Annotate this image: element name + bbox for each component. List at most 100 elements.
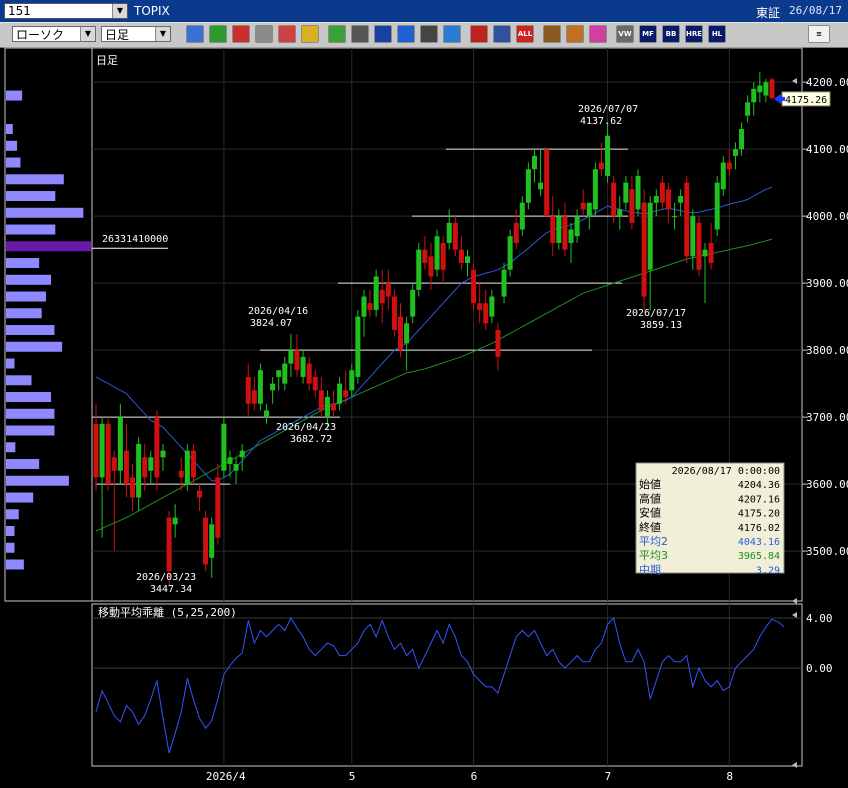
candle-body xyxy=(550,216,556,243)
candle-body xyxy=(617,209,623,217)
candle-body xyxy=(684,182,690,257)
info-label: 終値 xyxy=(639,520,661,534)
volume-profile-bar xyxy=(6,408,55,419)
candle-body xyxy=(471,269,477,304)
candle-body xyxy=(343,390,349,398)
candle-body xyxy=(635,175,641,210)
y-tick-label: 3600.00 xyxy=(806,478,848,491)
candle-body xyxy=(769,79,775,99)
candle-body xyxy=(538,182,544,190)
x-tick-label: 5 xyxy=(349,770,356,783)
candle-body xyxy=(404,323,410,344)
chart-area: 4200.00 4100.00 4000.00 3900.00 3800.00 3700.… xyxy=(4,47,848,783)
candle-body xyxy=(605,135,611,176)
y-tick-label: 3800.00 xyxy=(806,344,848,357)
candle-body xyxy=(99,423,105,478)
info-label: 中期 xyxy=(639,563,661,576)
info-label: 高値 xyxy=(639,491,661,505)
candle-body xyxy=(239,450,245,458)
candle-body xyxy=(434,236,440,270)
candle-body xyxy=(659,182,665,203)
volume-profile-bar xyxy=(6,291,46,302)
candle-body xyxy=(172,517,178,525)
candle-body xyxy=(507,236,513,270)
annotation-date: 2026/04/16 xyxy=(248,306,308,317)
candle-body xyxy=(580,202,586,210)
volume-profile-bar xyxy=(6,241,91,252)
candle-body xyxy=(702,249,708,257)
candle-body xyxy=(501,269,507,297)
volume-profile-bar xyxy=(6,207,84,218)
x-tick-label: 7 xyxy=(605,770,612,783)
volume-profile-bar xyxy=(6,509,19,520)
last-price-value: 4175.26 xyxy=(785,95,827,106)
sub-panel-frame xyxy=(91,603,803,767)
volume-profile-bar xyxy=(6,274,52,285)
candle-body xyxy=(117,417,123,471)
annotation-date: 2026/03/23 xyxy=(136,572,196,583)
candle-body xyxy=(732,149,738,156)
volume-profile-bar xyxy=(6,341,63,352)
candle-body xyxy=(349,370,355,391)
candle-body xyxy=(623,182,629,203)
candle-body xyxy=(483,303,489,324)
volume-profile-bar xyxy=(6,308,42,319)
candle-body xyxy=(93,423,99,478)
volume-level-label: 26331410000 xyxy=(102,234,168,245)
candle-body xyxy=(264,410,270,418)
annotation-date: 2026/04/23 xyxy=(276,422,336,433)
annotation-value: 3682.72 xyxy=(290,434,332,445)
candle-body xyxy=(257,370,263,404)
candle-body xyxy=(398,316,404,351)
candle-body xyxy=(367,303,373,310)
candle-body xyxy=(647,202,653,270)
volume-profile-bar xyxy=(6,157,21,168)
candle-body xyxy=(160,450,166,458)
candle-body xyxy=(592,169,598,210)
y-tick-label: 3700.00 xyxy=(806,411,848,424)
info-value: 4043.16 xyxy=(738,537,780,548)
volume-profile-bar xyxy=(6,559,24,570)
candle-body xyxy=(629,189,635,223)
candle-body xyxy=(440,242,446,270)
candle-body xyxy=(245,376,251,404)
volume-profile-bar xyxy=(6,375,32,386)
candle-body xyxy=(763,82,769,96)
volume-profile-bar xyxy=(6,325,55,336)
ohlc-info-box: 2026/08/17 0:00:00 始値 4204.36 高値 4207.16 安値 41… xyxy=(635,462,785,576)
candle-body xyxy=(708,242,714,264)
candle-body xyxy=(184,450,190,485)
candle-body xyxy=(556,216,562,243)
candle-body xyxy=(525,169,531,203)
candle-body xyxy=(391,296,397,331)
info-label: 平均3 xyxy=(639,549,668,562)
candle-body xyxy=(410,289,416,317)
annotation-value: 3859.13 xyxy=(640,320,682,331)
candle-body xyxy=(531,155,537,170)
volume-profile-bar xyxy=(6,392,52,403)
candle-body xyxy=(726,162,732,170)
volume-profile-bar xyxy=(6,542,15,553)
candle-body xyxy=(136,443,142,498)
candle-body xyxy=(696,222,702,270)
candle-body xyxy=(251,390,257,404)
info-value: 4175.20 xyxy=(738,509,780,520)
osc-tick-label: 4.00 xyxy=(806,612,833,625)
volume-profile-bar xyxy=(6,140,18,151)
candle-body xyxy=(495,330,501,357)
info-value: 3.29 xyxy=(756,565,780,576)
candle-body xyxy=(739,129,745,150)
candle-body xyxy=(331,403,337,411)
candle-body xyxy=(337,383,343,404)
volume-profile-bar xyxy=(6,459,40,470)
volume-profile-bar xyxy=(6,492,34,503)
volume-profile-bar xyxy=(6,224,56,235)
y-tick-label: 3900.00 xyxy=(806,277,848,290)
candle-body xyxy=(276,370,282,377)
candle-body xyxy=(428,256,434,277)
candle-body xyxy=(458,249,464,264)
candle-body xyxy=(154,417,160,478)
candle-body xyxy=(665,189,671,210)
volume-profile-bar xyxy=(6,475,69,486)
info-label: 始値 xyxy=(639,477,661,491)
